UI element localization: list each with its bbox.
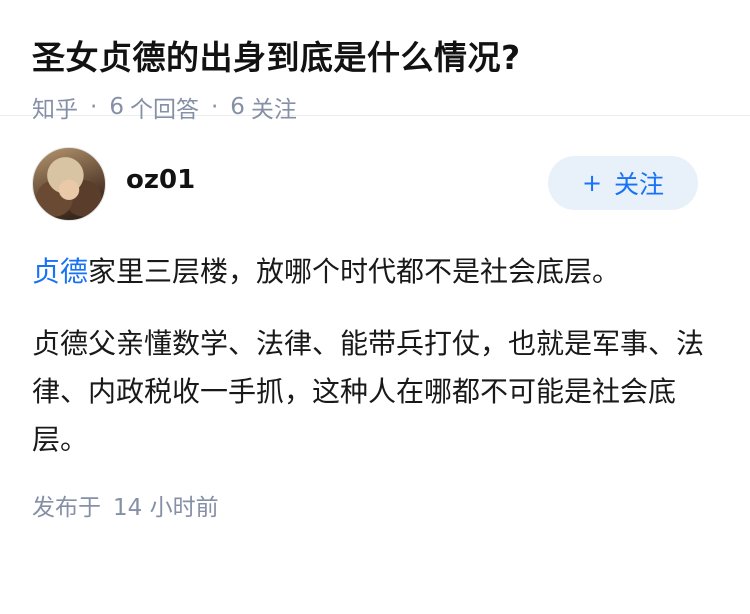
follow-label: 关注: [614, 170, 665, 199]
author-name[interactable]: oz01: [126, 165, 195, 195]
avatar[interactable]: [32, 147, 106, 221]
follow-button[interactable]: + 关注: [548, 156, 698, 210]
publish-info: 发布于 14 小时前: [32, 488, 718, 522]
separator-dot: ·: [210, 94, 219, 120]
answer-content: 贞德家里三层楼，放哪个时代都不是社会底层。 贞德父亲懂数学、法律、能带兵打仗，也…: [32, 248, 718, 464]
answer-card: oz01 + 关注 贞德家里三层楼，放哪个时代都不是社会底层。 贞德父亲懂数学、…: [0, 116, 750, 522]
author-row: oz01 + 关注: [32, 146, 718, 222]
answer-paragraph: 贞德父亲懂数学、法律、能带兵打仗，也就是军事、法律、内政税收一手抓，这种人在哪都…: [32, 327, 705, 456]
question-title[interactable]: 圣女贞德的出身到底是什么情况?: [32, 34, 718, 82]
published-time: 14 小时前: [113, 495, 219, 521]
keyword-link[interactable]: 贞德: [32, 255, 88, 288]
answers-label[interactable]: 个回答: [130, 90, 199, 124]
separator-dot: ·: [90, 94, 98, 120]
source-label[interactable]: 知乎: [32, 90, 78, 124]
plus-icon: +: [581, 169, 603, 197]
followers-label[interactable]: 关注: [251, 90, 297, 124]
answers-count: 6: [109, 94, 124, 120]
paragraph-text: 家里三层楼，放哪个时代都不是社会底层。: [88, 255, 621, 288]
answer-paragraph: 贞德家里三层楼，放哪个时代都不是社会底层。: [32, 248, 718, 296]
published-label: 发布于: [32, 495, 101, 521]
question-header: 圣女贞德的出身到底是什么情况? 知乎 · 6 个回答 · 6 关注: [0, 0, 750, 123]
followers-count: 6: [230, 94, 245, 120]
